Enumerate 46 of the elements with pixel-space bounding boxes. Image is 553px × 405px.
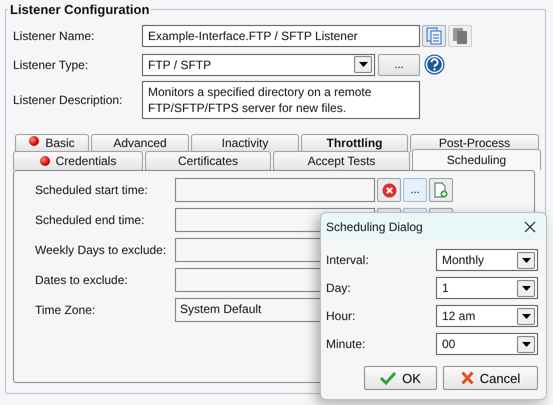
tab[interactable]: Basic (15, 134, 89, 152)
field-label: Listener Type: (12, 58, 90, 72)
dialog-title: Scheduling Dialog (326, 220, 423, 234)
field-label: Hour: (326, 309, 356, 323)
field-label: Minute: (326, 337, 366, 351)
group-title: Listener Configuration (9, 2, 150, 17)
cross-icon (460, 371, 474, 385)
dropdown[interactable]: FTP / SFTP (142, 54, 375, 76)
dropdown[interactable]: 00 (436, 333, 538, 355)
ok-button[interactable]: OK (364, 366, 437, 390)
tab[interactable]: Accept Tests (273, 151, 410, 170)
field-label: Dates to exclude: (34, 273, 129, 287)
tab[interactable]: Credentials (13, 151, 143, 170)
add-button[interactable] (429, 178, 453, 202)
cancel-button[interactable]: Cancel (443, 366, 538, 390)
paste-button[interactable] (448, 24, 472, 46)
description-field[interactable]: Monitors a specified directory on a remote FTP/SFTP/FTPS server for new files. (142, 81, 420, 119)
dropdown[interactable]: 1 (436, 277, 538, 299)
tab[interactable]: Advanced (91, 134, 189, 152)
help-icon[interactable] (424, 54, 445, 75)
add-document-icon (434, 182, 448, 198)
tab[interactable]: Throttling (301, 134, 408, 152)
copy-icon (452, 26, 468, 44)
field-label: Day: (326, 281, 351, 295)
browse-button[interactable]: ... (403, 178, 427, 202)
copy-icon (426, 26, 442, 44)
dropdown[interactable]: Monthly (436, 249, 538, 271)
field-label: Time Zone: (34, 303, 96, 317)
tab[interactable]: Scheduling (412, 149, 541, 170)
field-label: Weekly Days to exclude: (34, 243, 168, 257)
clear-icon (382, 182, 396, 198)
input-field[interactable] (175, 178, 375, 202)
dropdown[interactable]: 12 am (436, 305, 538, 327)
field-label: Listener Description: (12, 92, 124, 107)
copy-button[interactable] (422, 24, 446, 46)
close-icon[interactable] (524, 221, 536, 233)
field-label: Scheduled start time: (34, 183, 149, 197)
field-label: Listener Name: (12, 28, 96, 42)
check-icon (380, 371, 396, 385)
tab[interactable]: Inactivity (191, 134, 299, 152)
field-label: Interval: (326, 253, 369, 267)
tab[interactable]: Certificates (145, 151, 271, 170)
browse-button[interactable]: ... (378, 54, 420, 76)
clear-button[interactable] (377, 178, 401, 202)
field-label: Scheduled end time: (34, 213, 146, 227)
input-field[interactable]: Example-Interface.FTP / SFTP Listener (142, 24, 420, 46)
